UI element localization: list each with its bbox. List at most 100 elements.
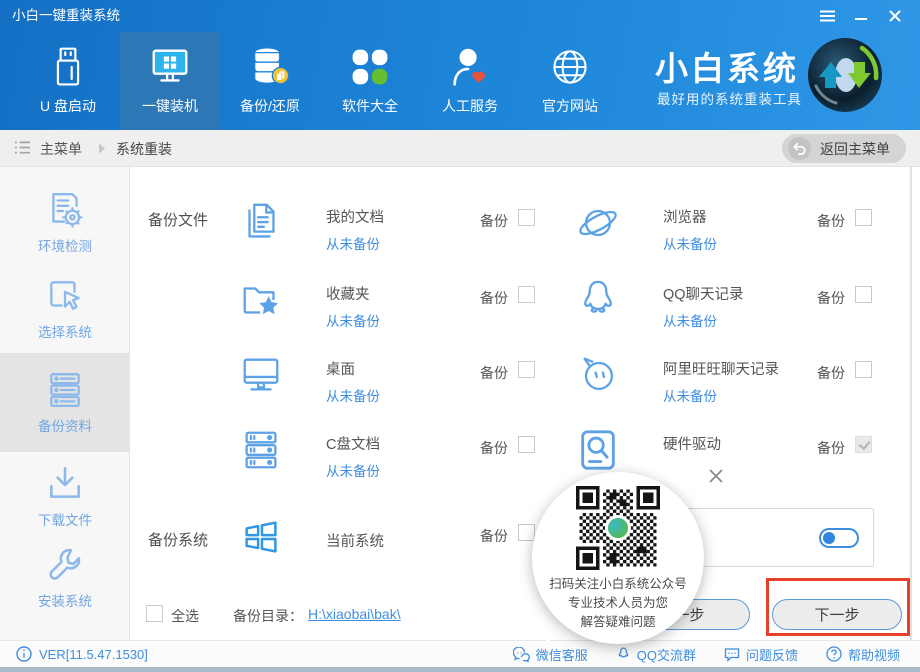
backup-label: 备份 (480, 211, 508, 231)
backup-status-link[interactable]: 从未备份 (326, 310, 380, 330)
sidebar-item-label: 备份资料 (0, 415, 130, 435)
brand-slogan: 最好用的系统重装工具 (657, 88, 802, 108)
qq-icon (616, 646, 631, 662)
windows-logo-icon (238, 515, 284, 561)
globe-icon (520, 43, 620, 90)
minimize-icon[interactable] (850, 6, 872, 26)
back-to-main-menu-button[interactable]: 返回主菜单 (782, 134, 906, 163)
qq-penguin-icon (575, 277, 621, 323)
nav-item-official-site[interactable]: 官方网站 (520, 32, 620, 130)
sidebar-item-label: 环境检测 (0, 235, 130, 255)
backup-label: 备份 (817, 363, 845, 383)
qr-popup: 扫码关注小白系统公众号 专业技术人员为您 解答疑难问题 (532, 472, 704, 644)
status-link-label: QQ交流群 (637, 645, 696, 664)
window-controls (816, 6, 906, 26)
backup-item-favorites: 收藏夹 从未备份 备份 (238, 277, 628, 333)
close-icon[interactable] (884, 6, 906, 26)
backup-item-title: 浏览器 (663, 206, 707, 227)
backup-checkbox[interactable] (518, 286, 535, 303)
backup-system-label: 备份系统 (148, 529, 208, 550)
toggle-switch[interactable] (819, 528, 859, 548)
backup-label: 备份 (480, 438, 508, 458)
backup-dir-label: 备份目录： (233, 606, 303, 626)
wechat-icon (513, 647, 530, 662)
sidebar-item-install-system[interactable]: 安装系统 (0, 545, 130, 610)
backup-checkbox[interactable] (518, 524, 535, 541)
monitor-icon (238, 352, 284, 398)
popup-close-icon[interactable] (706, 466, 726, 486)
backup-label: 备份 (480, 526, 508, 546)
menu-icon[interactable] (816, 6, 838, 26)
nav-item-backup-restore[interactable]: 备份/还原 (220, 32, 320, 130)
version-text: VER[11.5.47.1530] (39, 647, 148, 662)
nav-item-human-service[interactable]: 人工服务 (420, 32, 520, 130)
sidebar-item-download-files[interactable]: 下载文件 (0, 464, 130, 529)
nav-item-label: 一键装机 (120, 96, 220, 116)
backup-dir-link[interactable]: H:\xiaobai\bak\ (308, 606, 401, 622)
backup-checkbox[interactable] (518, 436, 535, 453)
backup-status-link[interactable]: 从未备份 (663, 233, 717, 253)
sidebar-item-label: 下载文件 (0, 509, 130, 529)
question-circle-icon (826, 646, 842, 662)
backup-item-title: 收藏夹 (326, 283, 370, 304)
qr-center-logo (605, 515, 631, 541)
qq-group-link[interactable]: QQ交流群 (616, 645, 696, 664)
backup-checkbox[interactable] (855, 286, 872, 303)
backup-status-link[interactable]: 从未备份 (326, 385, 380, 405)
backup-checkbox[interactable] (518, 209, 535, 226)
backup-label: 备份 (480, 288, 508, 308)
help-video-link[interactable]: 帮助视频 (826, 645, 900, 664)
backup-item-wangwang-history: 阿里旺旺聊天记录 从未备份 备份 (575, 352, 920, 408)
header: 小白一键重装系统 U 盘启动 (0, 0, 920, 130)
nav-item-label: U 盘启动 (18, 96, 118, 116)
backup-status-link[interactable]: 从未备份 (326, 233, 380, 253)
version-info: VER[11.5.47.1530] (16, 646, 148, 662)
sidebar-item-select-system[interactable]: 选择系统 (0, 276, 130, 341)
breadcrumb-root[interactable]: 主菜单 (40, 139, 82, 159)
backup-item-desktop: 桌面 从未备份 备份 (238, 352, 628, 408)
backup-status-link[interactable]: 从未备份 (326, 460, 380, 480)
backup-checkbox[interactable] (855, 209, 872, 226)
backup-status-link[interactable]: 从未备份 (663, 310, 717, 330)
backup-status-link[interactable]: 从未备份 (663, 385, 717, 405)
backup-label: 备份 (817, 211, 845, 231)
nav-item-software[interactable]: 软件大全 (320, 32, 420, 130)
back-button-label: 返回主菜单 (820, 139, 890, 159)
nav-item-usb-boot[interactable]: U 盘启动 (18, 32, 118, 130)
status-link-label: 帮助视频 (848, 645, 900, 664)
sidebar-item-env-check[interactable]: 环境检测 (0, 190, 130, 255)
sidebar-item-backup-data[interactable]: 备份资料 (0, 370, 130, 435)
usb-icon (18, 43, 118, 90)
info-icon (16, 646, 32, 662)
wechat-service-link[interactable]: 微信客服 (513, 645, 588, 664)
cursor-select-icon (0, 276, 130, 316)
popup-line: 解答疑难问题 (532, 613, 704, 632)
folder-star-icon (238, 277, 284, 323)
brand-logo-icon (806, 36, 884, 114)
documents-icon (238, 200, 284, 246)
highlight-annotation (766, 578, 910, 636)
status-link-label: 问题反馈 (746, 645, 798, 664)
sidebar-item-label: 安装系统 (0, 590, 130, 610)
backup-item-title: QQ聊天记录 (663, 283, 744, 304)
document-gear-icon (0, 190, 130, 230)
download-icon (0, 464, 130, 504)
backup-checkbox[interactable] (518, 361, 535, 378)
backup-checkbox[interactable] (855, 361, 872, 378)
breadcrumb-current: 系统重装 (116, 139, 172, 159)
app-window: 小白一键重装系统 U 盘启动 (0, 0, 920, 672)
backup-item-title: 当前系统 (326, 530, 384, 551)
feedback-link[interactable]: 问题反馈 (724, 645, 798, 664)
backup-item-browser: 浏览器 从未备份 备份 (575, 200, 920, 256)
person-heart-icon (420, 43, 520, 90)
window-title: 小白一键重装系统 (12, 0, 120, 32)
backup-label: 备份 (480, 363, 508, 383)
sidebar: 环境检测 选择系统 备份资料 (0, 167, 130, 640)
list-icon (14, 140, 31, 155)
nav-item-label: 软件大全 (320, 96, 420, 116)
breadcrumb-bar: 主菜单 系统重装 返回主菜单 (0, 130, 920, 167)
nav-item-one-key-install[interactable]: 一键装机 (120, 32, 220, 130)
wrench-icon (0, 545, 130, 585)
chevron-right-icon (98, 143, 106, 154)
select-all-checkbox[interactable] (146, 605, 163, 622)
